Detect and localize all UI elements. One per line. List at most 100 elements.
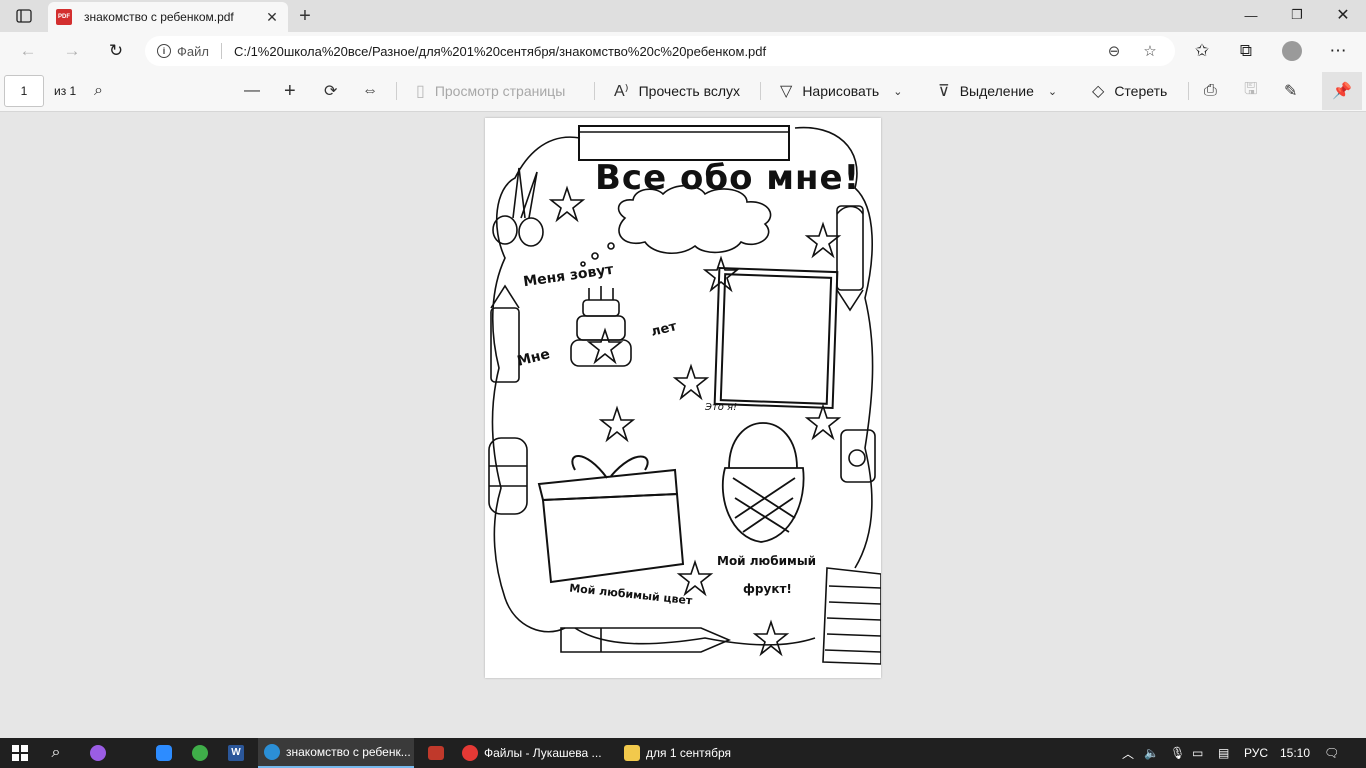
page-view-button[interactable]: ▯ Просмотр страницы — [416, 77, 565, 105]
scheme-label: Файл — [177, 43, 209, 59]
toolbar-divider — [396, 82, 397, 100]
pin-toolbar-icon[interactable]: 📌 — [1322, 72, 1362, 110]
windows-taskbar: ⌕ W знакомство с ребенк... Файлы - Лукаш… — [0, 738, 1366, 768]
taskbar-app-yandex[interactable]: Файлы - Лукашева ... — [456, 738, 612, 768]
yandex-icon — [462, 745, 478, 761]
microphone-icon[interactable]: 🎙 — [1170, 738, 1185, 768]
read-aloud-icon: A⁾ — [614, 83, 629, 100]
pdf-file-icon: PDF — [56, 9, 72, 25]
zoom-app-icon[interactable] — [150, 738, 178, 768]
taskbar-app-label: Файлы - Лукашева ... — [484, 746, 602, 760]
word-app-icon[interactable]: W — [222, 738, 250, 768]
pdf-toolbar: 1 из 1 ⌕ — + ⟳ ⇔ ▯ Просмотр страницы A⁾ … — [0, 70, 1366, 112]
tab-actions-icon — [16, 9, 32, 23]
folder-icon — [624, 745, 640, 761]
windows-logo-icon — [12, 745, 28, 761]
profile-avatar[interactable] — [1278, 37, 1306, 65]
url-text[interactable]: C:/1%20школа%20все/Разное/для%201%20сент… — [234, 44, 1101, 59]
search-icon[interactable]: ⌕ — [94, 77, 113, 105]
draw-label: Нарисовать — [802, 83, 880, 99]
toolbar-divider — [760, 82, 761, 100]
favorites-icon[interactable]: ✩ — [1188, 37, 1216, 65]
pencil-left — [490, 284, 520, 383]
pen-drawing — [560, 627, 732, 653]
basket-drawing — [721, 422, 805, 543]
refresh-button[interactable]: ↻ — [102, 37, 130, 65]
erase-label: Стереть — [1114, 83, 1168, 99]
collections-icon[interactable]: ⧉ — [1232, 37, 1260, 65]
draw-button[interactable]: ▽ Нарисовать ⌄ — [780, 77, 902, 105]
tray-chevron-icon[interactable]: ︿ — [1122, 738, 1140, 768]
address-bar[interactable]: i Файл C:/1%20школа%20все/Разное/для%201… — [145, 36, 1175, 66]
browser-tab[interactable]: PDF знакомство с ребенком.pdf ✕ — [48, 2, 288, 32]
clock[interactable]: 15:10 — [1280, 738, 1310, 768]
add-favorite-icon[interactable]: ☆ — [1137, 38, 1163, 64]
scissors-drawing — [492, 167, 544, 247]
search-icon[interactable]: ⌕ — [40, 738, 72, 768]
title-bar: PDF знакомство с ребенком.pdf ✕ + ― ❐ ✕ — [0, 0, 1366, 32]
page-number-input[interactable]: 1 — [4, 75, 44, 107]
page-heading: Все обо мне! — [595, 158, 861, 198]
close-window-button[interactable]: ✕ — [1320, 0, 1366, 30]
save-as-icon[interactable]: ✎ — [1284, 77, 1307, 105]
chevron-down-icon[interactable]: ⌄ — [1048, 85, 1057, 98]
name-banner — [578, 125, 790, 161]
tab-actions-button[interactable] — [8, 4, 40, 28]
more-menu-icon[interactable]: ⋯ — [1324, 37, 1352, 65]
photo-caption: Это я! — [705, 402, 738, 413]
highlight-label: Выделение — [959, 83, 1034, 99]
back-button[interactable]: ← — [14, 37, 42, 65]
gift-box-drawing — [537, 455, 685, 584]
start-button[interactable] — [0, 738, 40, 768]
fit-width-button[interactable]: ⇔ — [362, 77, 388, 105]
forward-button[interactable]: → — [58, 37, 86, 65]
taskbar-app-edge[interactable]: знакомство с ребенк... — [258, 738, 414, 768]
restore-button[interactable]: ❐ — [1274, 0, 1320, 30]
taskbar-app-label: знакомство с ребенк... — [286, 745, 411, 759]
new-tab-button[interactable]: + — [294, 5, 316, 27]
rotate-button[interactable]: ⟳ — [324, 77, 347, 105]
toolbar-divider — [594, 82, 595, 100]
zoom-in-button[interactable]: + — [284, 77, 306, 105]
network-icon[interactable]: ▭ — [1192, 738, 1210, 768]
close-tab-icon[interactable]: ✕ — [264, 9, 280, 25]
toolbar-divider — [1188, 82, 1189, 100]
pencil-right — [836, 205, 864, 312]
chevron-down-icon[interactable]: ⌄ — [893, 85, 902, 98]
tab-title: знакомство с ребенком.pdf — [84, 10, 234, 24]
highlight-icon: ⊽ — [938, 83, 950, 100]
birthday-cake-drawing — [570, 286, 632, 367]
page-view-icon: ▯ — [416, 83, 425, 100]
zoom-out-icon[interactable]: ⊖ — [1101, 38, 1127, 64]
erase-button[interactable]: ◇ Стереть — [1092, 77, 1167, 105]
app-icon[interactable] — [186, 738, 214, 768]
zoom-out-button[interactable]: — — [244, 77, 270, 105]
assistant-icon[interactable] — [84, 738, 112, 768]
print-icon[interactable]: ⎙ — [1204, 77, 1227, 105]
read-aloud-button[interactable]: A⁾ Прочесть вслух — [614, 77, 740, 105]
notepad-drawing — [822, 567, 881, 665]
highlight-button[interactable]: ⊽ Выделение ⌄ — [938, 77, 1057, 105]
address-divider — [220, 43, 222, 59]
edge-icon — [264, 744, 280, 760]
app-icon[interactable] — [420, 738, 452, 768]
pdf-viewer[interactable]: Все обо мне! Меня зовут Мне лет Это я! М… — [0, 112, 1366, 738]
volume-icon[interactable]: 🔈 — [1144, 738, 1162, 768]
save-icon[interactable]: 🖫 — [1244, 77, 1268, 105]
pdf-page: Все обо мне! Меня зовут Мне лет Это я! М… — [485, 118, 881, 678]
minimize-button[interactable]: ― — [1228, 0, 1274, 30]
page-total: из 1 — [54, 84, 77, 98]
navigation-bar: ← → ↻ i Файл C:/1%20школа%20все/Разное/д… — [0, 32, 1366, 70]
eraser-icon: ◇ — [1092, 83, 1105, 100]
taskbar-app-label: для 1 сентября — [646, 746, 732, 760]
clipboard-icon[interactable]: ▤ — [1218, 738, 1236, 768]
photo-frame-drawing — [713, 266, 839, 410]
favorite-fruit-label-2: фрукт! — [743, 582, 792, 596]
page-view-label: Просмотр страницы — [434, 83, 566, 99]
notifications-icon[interactable]: 🗨 — [1324, 738, 1342, 768]
info-icon[interactable]: i — [157, 44, 171, 58]
language-indicator[interactable]: РУС — [1244, 738, 1268, 768]
taskbar-app-explorer[interactable]: для 1 сентября — [618, 738, 754, 768]
read-aloud-label: Прочесть вслух — [638, 83, 741, 99]
draw-icon: ▽ — [780, 83, 793, 100]
